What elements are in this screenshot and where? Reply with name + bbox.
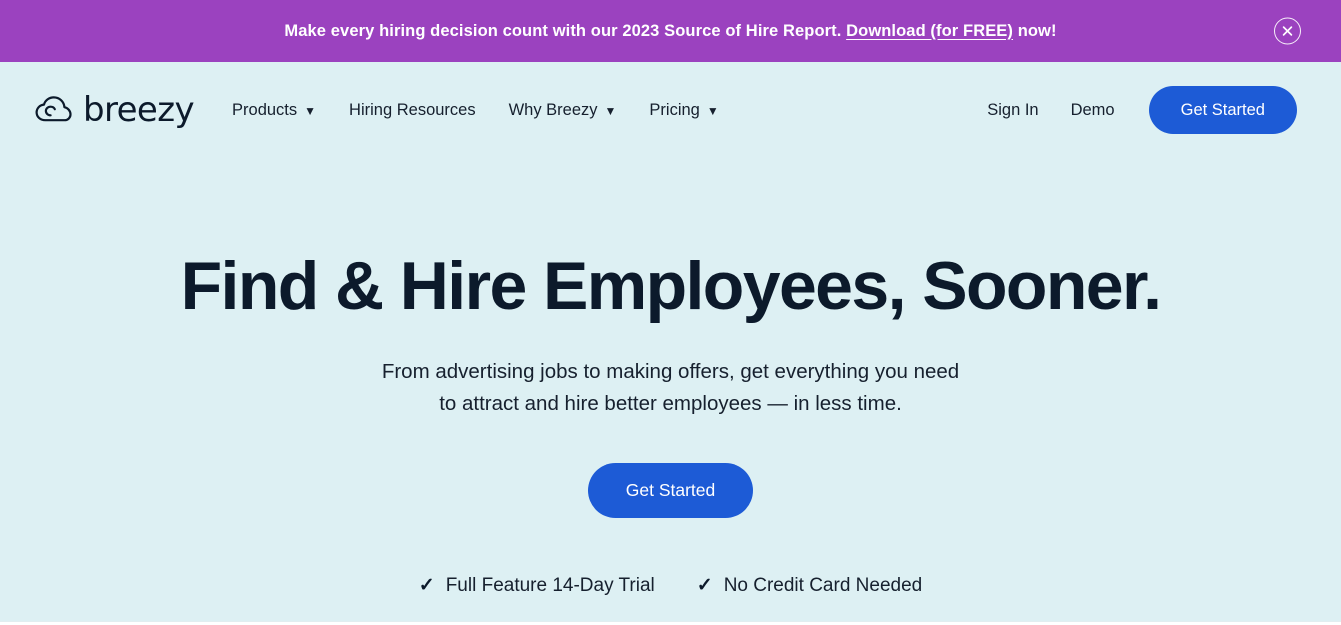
cloud-icon (34, 95, 74, 125)
hero-cta-wrapper: Get Started (0, 462, 1341, 519)
trust-item-label: Full Feature 14-Day Trial (445, 575, 655, 597)
check-icon: ✓ (418, 575, 435, 597)
logo-wordmark: breezy (83, 90, 195, 130)
nav-actions: Sign In Demo Get Started (987, 85, 1297, 135)
demo-link[interactable]: Demo (1071, 102, 1115, 119)
nav-item-hiring-resources[interactable]: Hiring Resources (349, 102, 476, 119)
check-icon: ✓ (696, 575, 713, 597)
nav-item-label: Products (232, 100, 298, 119)
hero-section: Find & Hire Employees, Sooner. From adve… (0, 158, 1341, 595)
trust-indicators: ✓ Full Feature 14-Day Trial ✓ No Credit … (0, 576, 1341, 595)
hero-get-started-button[interactable]: Get Started (587, 462, 754, 519)
nav-item-products[interactable]: Products ▼ (232, 102, 316, 119)
hero-title: Find & Hire Employees, Sooner. (180, 248, 1162, 324)
promo-banner-text: Make every hiring decision count with ou… (284, 22, 1056, 41)
nav-item-label: Pricing (649, 100, 700, 119)
chevron-down-icon: ▼ (604, 104, 617, 118)
chevron-down-icon: ▼ (706, 104, 719, 118)
trust-item-label: No Credit Card Needed (723, 575, 923, 597)
nav-links: Products ▼ Hiring Resources Why Breezy ▼… (232, 102, 719, 119)
promo-banner: Make every hiring decision count with ou… (0, 0, 1341, 62)
main-navigation: breezy Products ▼ Hiring Resources Why B… (0, 62, 1341, 158)
nav-get-started-button[interactable]: Get Started (1148, 85, 1297, 135)
nav-item-why-breezy[interactable]: Why Breezy ▼ (509, 102, 617, 119)
hero-subtitle-line-2: to attract and hire better employees — i… (439, 392, 902, 416)
page-bottom-edge (0, 621, 1341, 625)
hero-subtitle: From advertising jobs to making offers, … (0, 356, 1341, 421)
promo-text-after: now! (1017, 21, 1057, 40)
nav-item-pricing[interactable]: Pricing ▼ (649, 102, 718, 119)
sign-in-link[interactable]: Sign In (987, 102, 1038, 119)
nav-item-label: Hiring Resources (349, 100, 476, 119)
trust-item-trial: ✓ Full Feature 14-Day Trial (419, 576, 655, 595)
promo-text-before: Make every hiring decision count with ou… (284, 21, 842, 40)
chevron-down-icon: ▼ (304, 104, 317, 118)
nav-item-label: Why Breezy (508, 100, 598, 119)
trust-item-no-credit-card: ✓ No Credit Card Needed (697, 576, 922, 595)
promo-download-link[interactable]: Download (for FREE) (846, 22, 1013, 40)
breezy-logo[interactable]: breezy (34, 90, 195, 130)
hero-subtitle-line-1: From advertising jobs to making offers, … (381, 360, 960, 384)
close-circle-icon[interactable] (1274, 17, 1301, 45)
page-root: Make every hiring decision count with ou… (0, 0, 1341, 625)
